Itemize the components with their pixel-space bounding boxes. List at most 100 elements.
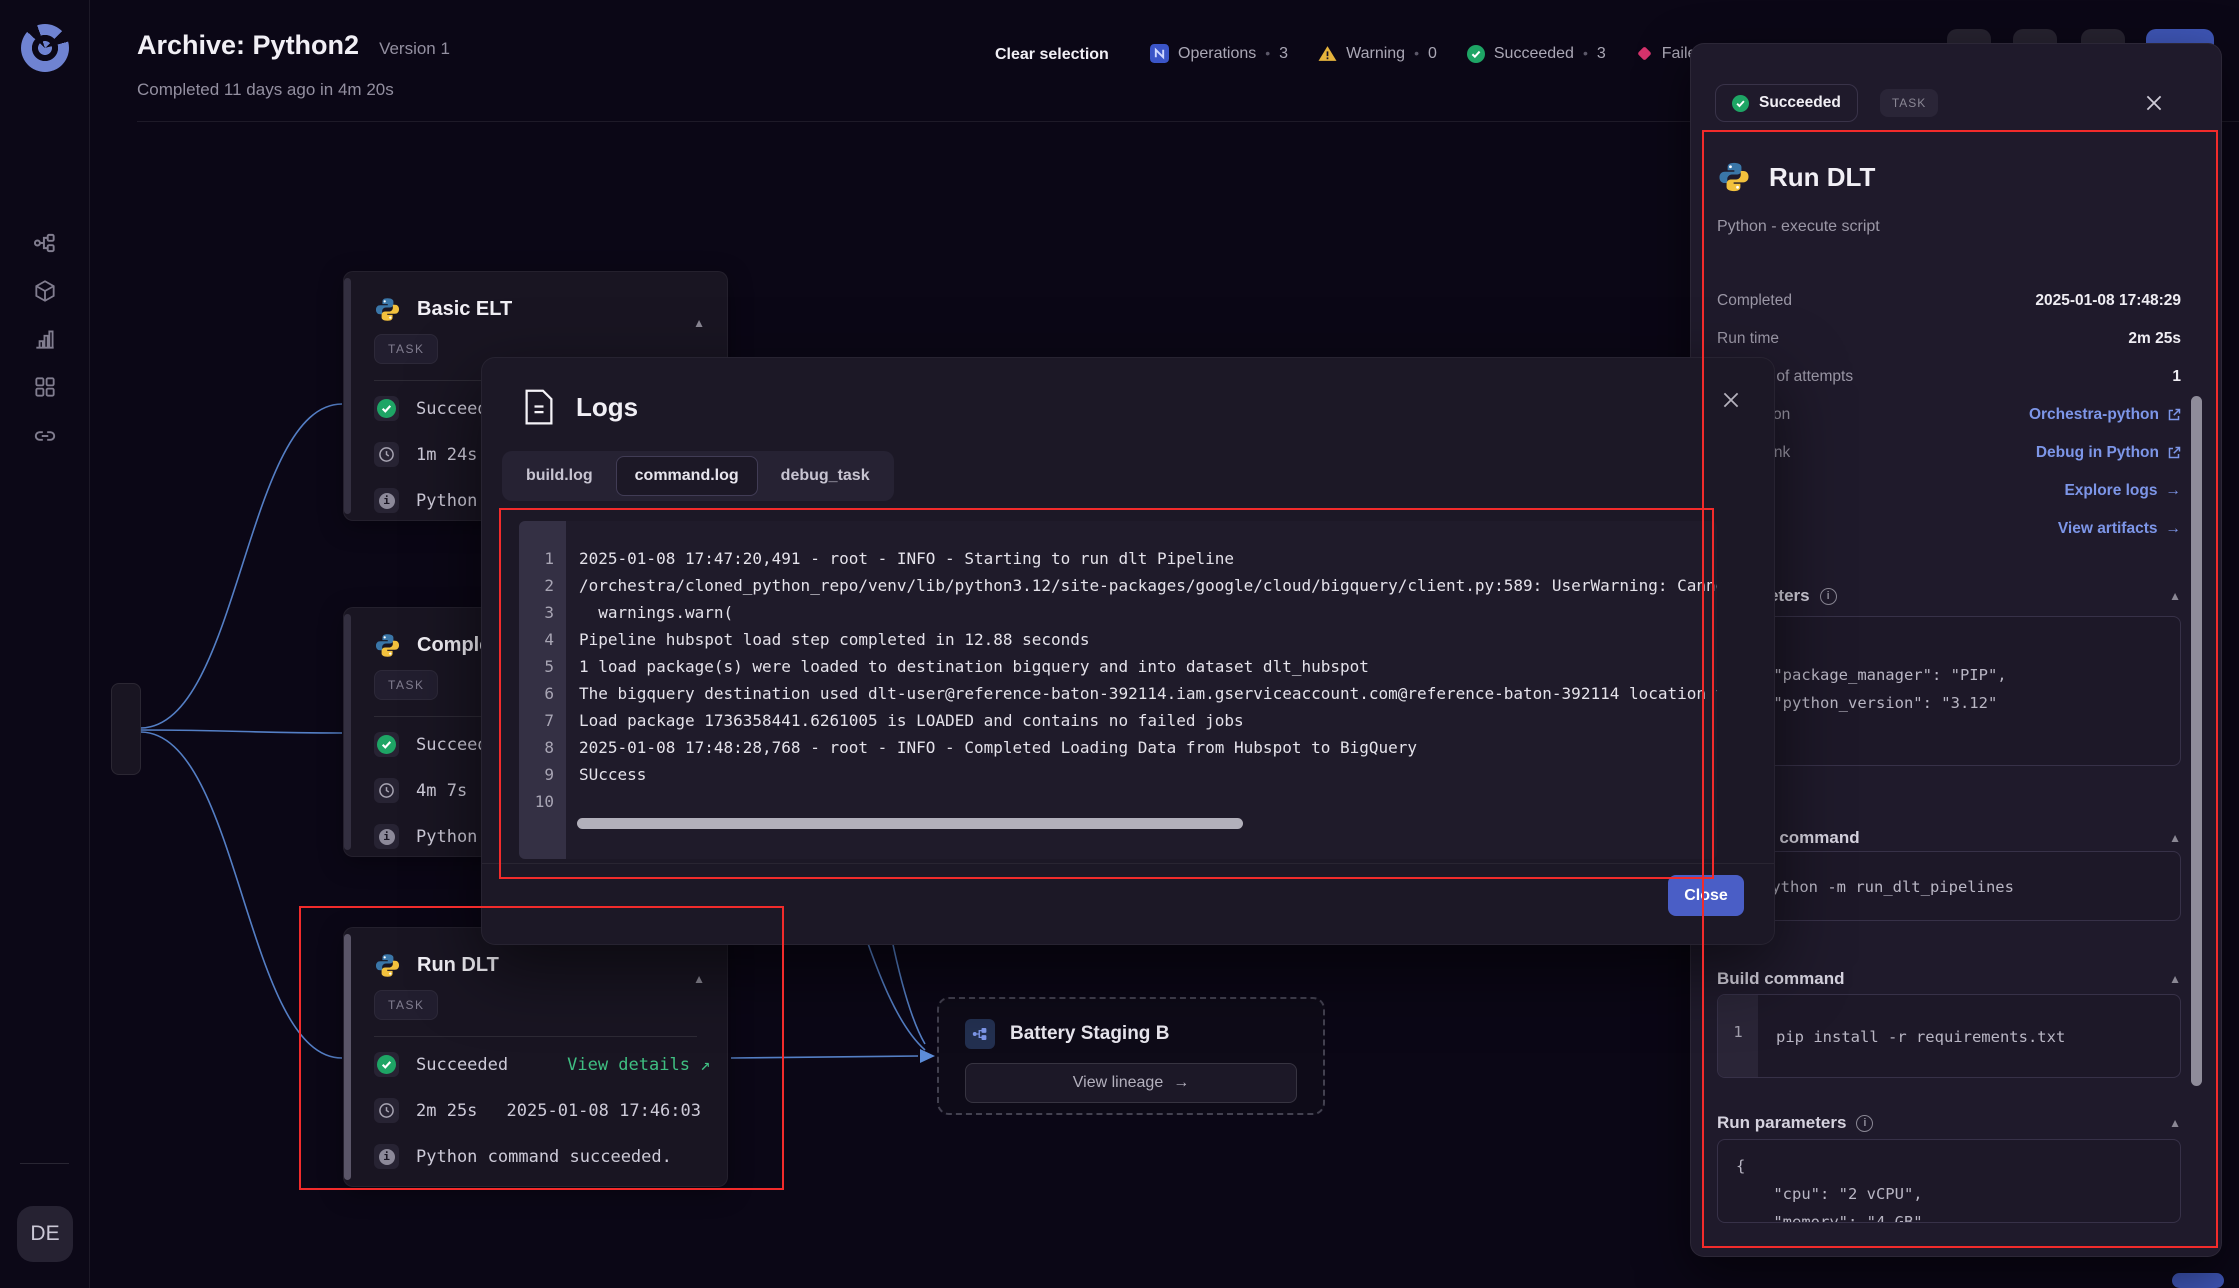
collapse-icon[interactable] — [2169, 972, 2181, 986]
clock-icon — [374, 778, 399, 803]
close-icon[interactable] — [2143, 92, 2165, 114]
orchestra-logo-icon[interactable] — [21, 24, 69, 72]
log-tabs: build.log command.log debug_task — [502, 451, 894, 501]
detail-row-artifacts: Artifacts View artifacts — [1717, 510, 2181, 548]
stat-operations: Operations 3 — [1150, 44, 1288, 63]
collapse-icon[interactable] — [2169, 589, 2181, 603]
apps-grid-icon[interactable] — [32, 374, 58, 400]
lineage-icon — [965, 1019, 995, 1049]
parameters-section-header: Parameters — [1717, 586, 2181, 606]
log-line: 2025-01-08 17:47:20,491 - root - INFO - … — [579, 549, 1235, 568]
logs-modal: Logs build.log command.log debug_task 1 2 3 4… — [481, 357, 1775, 945]
pipeline-start-node[interactable] — [111, 683, 141, 775]
lineage-card-battery-staging-b[interactable]: Battery Staging B View lineage — [937, 997, 1325, 1115]
clock-icon — [374, 442, 399, 467]
log-line-number: 1 — [544, 549, 554, 568]
log-viewer: 1 2 3 4 5 6 7 8 9 10 2025-01-08 17:47:20,491 - ro… — [519, 521, 1717, 859]
failed-diamond-icon — [1636, 45, 1653, 62]
products-cube-icon[interactable] — [32, 278, 58, 304]
run-parameters-code-box: { "cpu": "2 vCPU", "memory": "4 GB" — [1717, 1139, 2181, 1223]
dot-separator — [1414, 45, 1419, 63]
panel-scrollbar[interactable] — [2191, 396, 2202, 1086]
status-summary-bar: Operations 3 Warning 0 Succeeded 3 Faile… — [1150, 44, 1705, 63]
task-card-run-dlt[interactable]: Run DLT TASK Succeeded View details 2m 2… — [343, 927, 728, 1187]
log-tab-debug_task[interactable]: debug_task — [762, 456, 889, 496]
external-link-icon — [2168, 446, 2181, 459]
collapse-icon[interactable] — [2169, 1116, 2181, 1130]
task-type-badge: TASK — [374, 334, 439, 364]
document-icon — [524, 389, 554, 425]
explore-logs-link[interactable]: Explore logs — [2064, 482, 2181, 500]
log-tab-command.log[interactable]: command.log — [615, 456, 758, 496]
stat-label: Warning — [1346, 44, 1406, 62]
link-label: Orchestra-python — [2028, 406, 2159, 423]
bottom-right-button-fragment[interactable] — [2172, 1273, 2224, 1288]
view-lineage-button[interactable]: View lineage — [965, 1063, 1297, 1103]
stat-count: 0 — [1427, 44, 1437, 62]
collapse-icon[interactable] — [693, 316, 705, 330]
task-card-title: Run DLT — [417, 954, 499, 976]
build-command-code: pip install -r requirements.txt — [1776, 1028, 2066, 1046]
status-row: Succeeded View details — [374, 1052, 701, 1077]
panel-title: Run DLT — [1769, 161, 1876, 192]
run-parameters-section-header: Run parameters — [1717, 1113, 2181, 1133]
log-line-number: 8 — [544, 738, 554, 757]
status-pill: Succeeded — [1715, 84, 1858, 122]
status-text: Succeeded — [416, 1054, 509, 1075]
user-avatar[interactable]: DE — [17, 1206, 73, 1262]
task-card-title: Basic ELT — [417, 298, 513, 320]
view-artifacts-link[interactable]: View artifacts — [2058, 520, 2181, 538]
log-line: 2025-01-08 17:48:28,768 - root - INFO - … — [579, 738, 1418, 757]
view-lineage-label: View lineage — [1072, 1074, 1164, 1091]
python-command-section-header: Python command — [1717, 828, 2181, 848]
info-icon — [374, 1144, 399, 1169]
check-icon — [374, 396, 399, 421]
info-text: Python command succeeded. — [416, 1146, 672, 1167]
info-icon — [374, 824, 399, 849]
view-details-link[interactable]: View details — [567, 1055, 710, 1075]
section-label: Build command — [1717, 969, 1845, 988]
clock-icon — [374, 1098, 399, 1123]
arrow-right-icon — [2166, 482, 2182, 500]
log-gutter: 1 2 3 4 5 6 7 8 9 10 — [519, 521, 566, 859]
debug-link[interactable]: Debug in Python — [2036, 444, 2181, 462]
log-tab-build.log[interactable]: build.log — [507, 456, 612, 496]
operations-icon — [1150, 44, 1169, 63]
duration-text: 2m 25s — [416, 1100, 478, 1121]
log-line: Load package 1736358441.6261005 is LOADE… — [579, 711, 1244, 730]
connections-link-icon[interactable] — [32, 423, 58, 449]
horizontal-scrollbar[interactable] — [577, 818, 1243, 829]
link-label: Explore logs — [2064, 482, 2158, 499]
analytics-chart-icon[interactable] — [32, 326, 58, 352]
collapse-icon[interactable] — [693, 972, 705, 986]
log-line-number: 5 — [544, 657, 554, 676]
close-button[interactable]: Close — [1668, 875, 1744, 916]
python-icon — [374, 952, 401, 979]
build-command-section-header: Build command — [1717, 969, 2181, 989]
python-command-code: python -m run_dlt_pipelines — [1762, 878, 2014, 896]
log-line: Pipeline hubspot load step completed in … — [579, 630, 1090, 649]
log-line: 1 load package(s) were loaded to destina… — [579, 657, 1369, 676]
integration-link[interactable]: Orchestra-python — [2029, 406, 2181, 424]
detail-row-debug: Debug link Debug in Python — [1717, 434, 2181, 472]
info-icon — [374, 488, 399, 513]
link-label: Debug in Python — [2035, 444, 2159, 461]
close-icon[interactable] — [1720, 389, 1742, 411]
collapse-icon[interactable] — [2169, 831, 2181, 845]
detail-value: 2m 25s — [2128, 330, 2181, 347]
pipelines-flow-icon[interactable] — [32, 230, 58, 256]
line-number: 1 — [1718, 995, 1758, 1077]
log-line: warnings.warn( — [579, 603, 734, 622]
log-line-number: 10 — [534, 792, 554, 811]
detail-row-integration: Integration Orchestra-python — [1717, 396, 2181, 434]
dot-separator — [1265, 45, 1270, 63]
status-pill-label: Succeeded — [1759, 94, 1841, 111]
clear-selection-button[interactable]: Clear selection — [995, 46, 1109, 64]
info-icon — [1856, 1114, 1874, 1132]
detail-row-completed: Completed 2025-01-08 17:48:29 — [1717, 282, 2181, 320]
sidebar: DE — [0, 0, 90, 1288]
log-line: SUccess — [579, 765, 647, 784]
detail-label: Completed — [1717, 292, 1792, 309]
log-lines: 2025-01-08 17:47:20,491 - root - INFO - … — [566, 521, 1717, 859]
sidebar-divider — [20, 1163, 69, 1164]
